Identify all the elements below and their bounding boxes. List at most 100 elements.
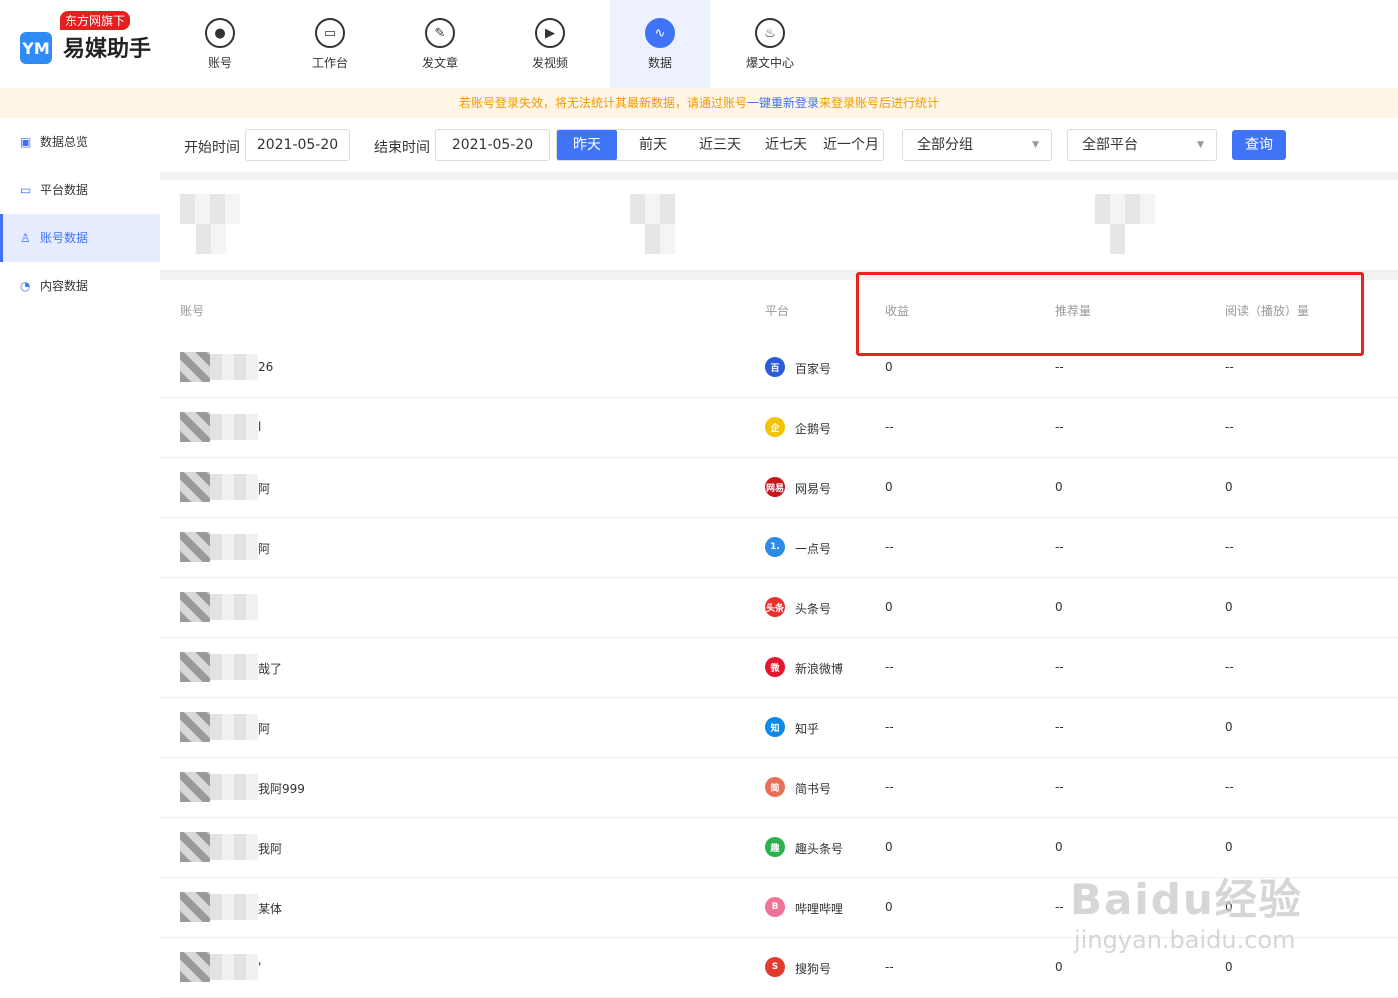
- table-row[interactable]: 哉了 微新浪微博 -- -- --: [160, 638, 1398, 698]
- platform-name: 头条号: [795, 602, 832, 616]
- avatar: [180, 652, 210, 682]
- platform-icon: 网易: [765, 477, 785, 497]
- sidebar-item-account[interactable]: ♙ 账号数据: [0, 214, 160, 262]
- nav-account[interactable]: ● 账号: [170, 0, 270, 88]
- read-value: --: [1225, 780, 1234, 794]
- nav-workbench[interactable]: ▭ 工作台: [280, 0, 380, 88]
- user-icon: ♙: [20, 231, 31, 245]
- account-name-blur: [210, 534, 258, 560]
- monitor-icon: ▭: [315, 18, 345, 48]
- app-name: 易媒助手: [63, 37, 152, 62]
- platform-name: 企鹅号: [795, 422, 832, 436]
- group-select[interactable]: 全部分组 ▼: [902, 129, 1052, 161]
- sidebar: ▣ 数据总览 ▭ 平台数据 ♙ 账号数据 ◔ 内容数据: [0, 118, 160, 990]
- avatar: [180, 352, 210, 382]
- baidu-watermark-url: jingyan.baidu.com: [1074, 926, 1296, 954]
- platform-icon: 头条: [765, 597, 785, 617]
- fire-icon: ♨: [755, 18, 785, 48]
- chevron-down-icon: ▼: [1197, 140, 1204, 150]
- end-date-input[interactable]: 2021-05-20: [435, 129, 550, 161]
- range-yesterday-button[interactable]: 昨天: [557, 130, 617, 160]
- pie-icon: ◔: [20, 279, 31, 293]
- feather-icon: ✎: [425, 18, 455, 48]
- platform-name: 新浪微博: [795, 662, 844, 676]
- recommend-value: 0: [1055, 840, 1063, 854]
- sidebar-item-platform[interactable]: ▭ 平台数据: [0, 166, 160, 214]
- nav-article[interactable]: ✎ 发文章: [390, 0, 490, 88]
- table-row[interactable]: 阿 知知乎 -- -- 0: [160, 698, 1398, 758]
- user-icon: ●: [205, 18, 235, 48]
- header-platform: 平台: [765, 304, 790, 318]
- avatar: [180, 532, 210, 562]
- account-name-blur: [210, 474, 258, 500]
- account-name: 阿: [258, 722, 271, 736]
- read-value: --: [1225, 420, 1234, 434]
- range-daybefore-button[interactable]: 前天: [617, 130, 679, 160]
- avatar: [180, 472, 210, 502]
- income-value: 0: [885, 840, 893, 854]
- income-value: 0: [885, 360, 893, 374]
- table-row[interactable]: l 企企鹅号 -- -- --: [160, 398, 1398, 458]
- table-row[interactable]: 头条 头条号 0 0 0: [160, 578, 1398, 638]
- sidebar-item-overview[interactable]: ▣ 数据总览: [0, 118, 160, 166]
- main-content: 开始时间 2021-05-20 结束时间 2021-05-20 昨天 前天 近三…: [160, 118, 1398, 998]
- platform-icon: 简: [765, 777, 785, 797]
- start-date-input[interactable]: 2021-05-20: [245, 129, 350, 161]
- nav-hot[interactable]: ♨ 爆文中心: [720, 0, 820, 88]
- relogin-link[interactable]: 一键重新登录: [747, 96, 819, 110]
- account-name: 阿: [258, 482, 271, 496]
- account-name: 我阿999: [258, 782, 305, 796]
- read-value: 0: [1225, 480, 1233, 494]
- platform-icon: 趣: [765, 837, 785, 857]
- nav-label: 发视频: [531, 56, 568, 70]
- recommend-value: --: [1055, 780, 1064, 794]
- summary-blur: [630, 194, 675, 224]
- income-value: --: [885, 780, 894, 794]
- platform-name: 知乎: [795, 722, 820, 736]
- account-name: 哉了: [258, 662, 283, 676]
- group-select-value: 全部分组: [917, 137, 973, 153]
- recommend-value: 0: [1055, 480, 1063, 494]
- app-logo-icon: YM: [20, 32, 52, 64]
- platform-select[interactable]: 全部平台 ▼: [1067, 129, 1217, 161]
- table-row[interactable]: 阿 网易 网易号 0 0 0: [160, 458, 1398, 518]
- summary-blur: [1110, 224, 1125, 254]
- account-name-blur: [210, 654, 258, 680]
- summary-blur: [1095, 194, 1155, 224]
- account-name: l: [258, 420, 262, 434]
- summary-panel: [160, 180, 1398, 270]
- income-value: --: [885, 660, 894, 674]
- range-7days-button[interactable]: 近七天: [753, 130, 815, 160]
- notice-text: 若账号登录失效，将无法统计其最新数据，请通过账号: [458, 96, 747, 110]
- platform-name: 一点号: [795, 542, 832, 556]
- play-icon: ▶: [535, 18, 565, 48]
- platform-name: 简书号: [795, 782, 832, 796]
- nav-video[interactable]: ▶ 发视频: [500, 0, 600, 88]
- range-3days-button[interactable]: 近三天: [679, 130, 753, 160]
- read-value: --: [1225, 540, 1234, 554]
- platform-name: 网易号: [795, 482, 832, 496]
- account-name-blur: [210, 894, 258, 920]
- avatar: [180, 772, 210, 802]
- income-value: 0: [885, 900, 893, 914]
- range-month-button[interactable]: 近一个月: [815, 130, 883, 160]
- sidebar-item-content[interactable]: ◔ 内容数据: [0, 262, 160, 310]
- income-value: 0: [885, 480, 893, 494]
- platform-icon: B: [765, 897, 785, 917]
- filter-bar: 开始时间 2021-05-20 结束时间 2021-05-20 昨天 前天 近三…: [160, 118, 1398, 172]
- chart-icon: ∿: [645, 18, 675, 48]
- chart-icon: ▣: [20, 135, 32, 149]
- login-notice: 若账号登录失效，将无法统计其最新数据，请通过账号一键重新登录来登录账号后进行统计: [0, 88, 1398, 118]
- platform-select-value: 全部平台: [1082, 137, 1138, 153]
- table-row[interactable]: 我阿999 简简书号 -- -- --: [160, 758, 1398, 818]
- query-button[interactable]: 查询: [1232, 130, 1286, 160]
- recommend-value: --: [1055, 660, 1064, 674]
- account-name: 26: [258, 360, 274, 374]
- account-name: 我阿: [258, 842, 283, 856]
- header-account: 账号: [180, 304, 205, 318]
- notice-text: 来登录账号后进行统计: [819, 96, 940, 110]
- nav-data[interactable]: ∿ 数据: [610, 0, 710, 88]
- table-row[interactable]: 阿 1. 一点号 -- -- --: [160, 518, 1398, 578]
- account-name-blur: [210, 834, 258, 860]
- baidu-watermark: Baidu经验: [1070, 875, 1303, 924]
